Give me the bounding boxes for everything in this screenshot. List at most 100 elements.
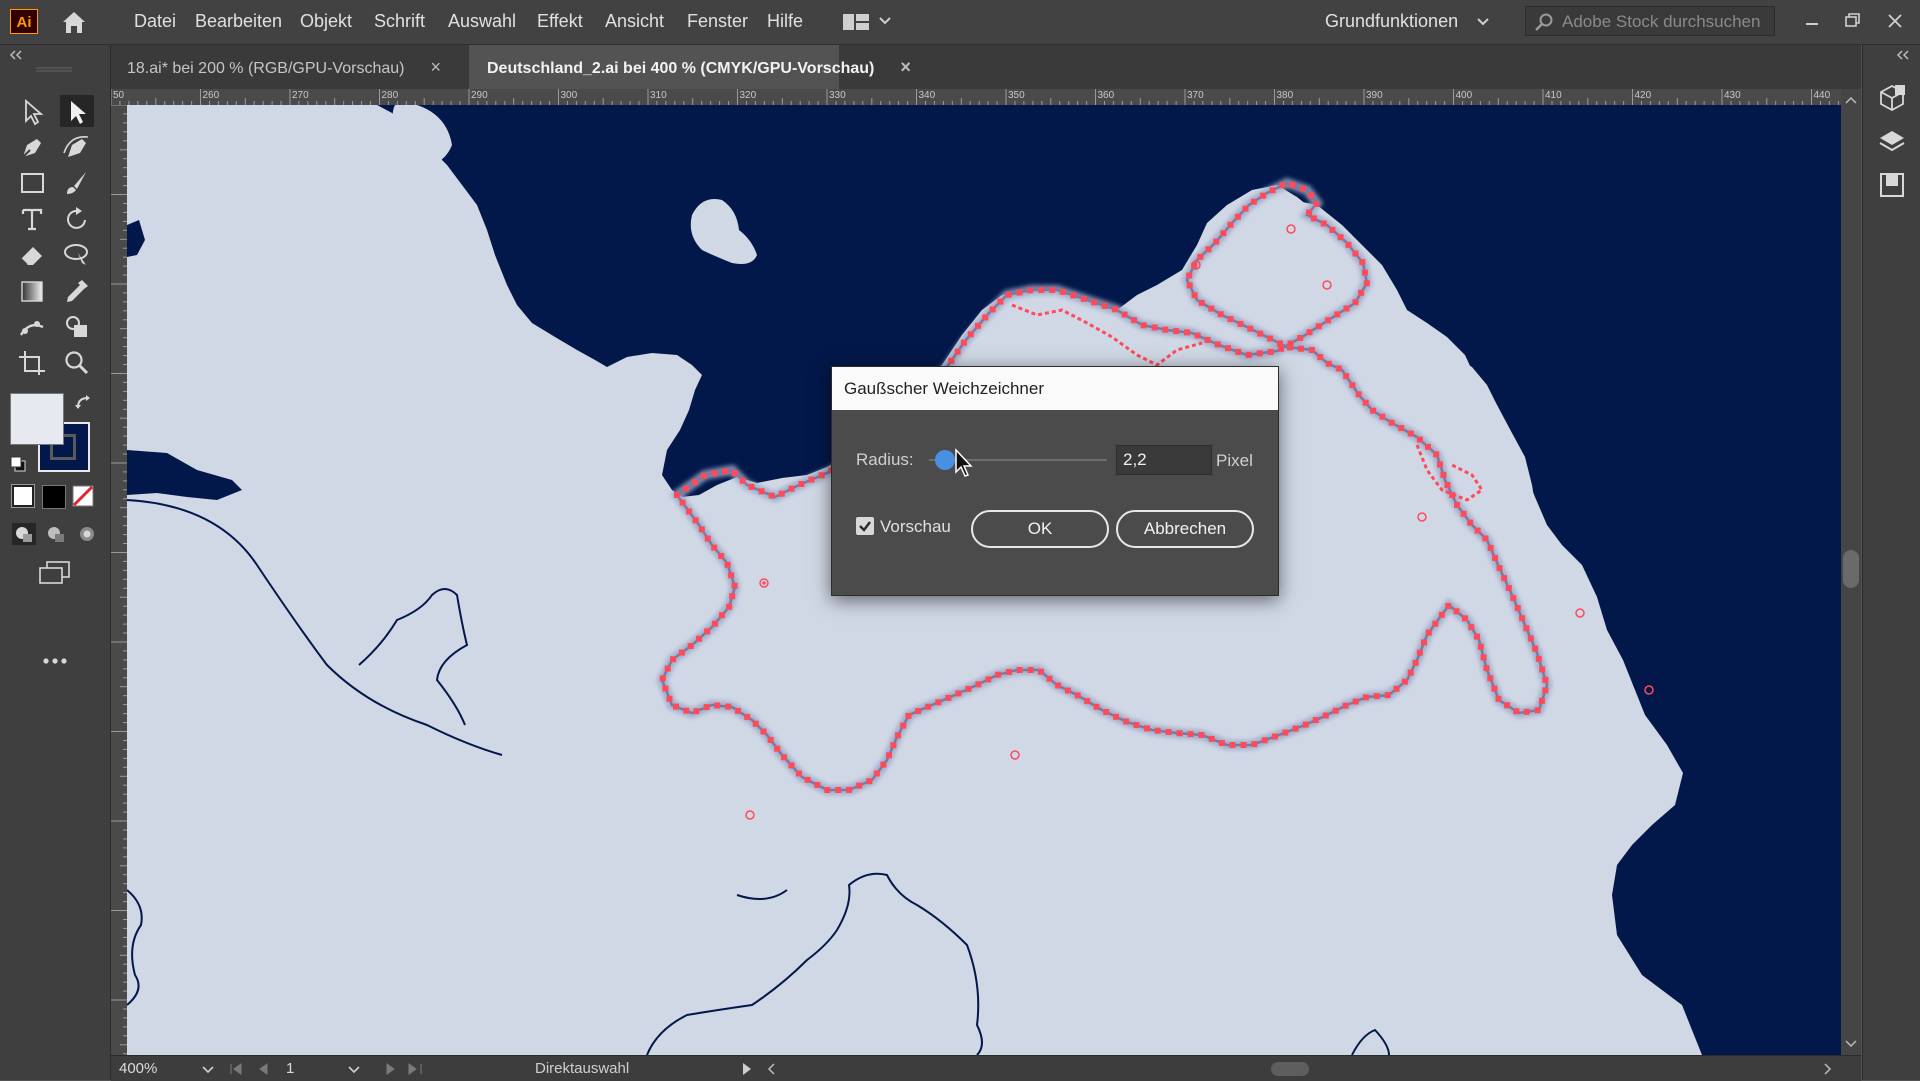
anchor-point[interactable] bbox=[1523, 708, 1530, 715]
anchor-point[interactable] bbox=[1187, 731, 1194, 738]
anchor-point[interactable] bbox=[1468, 624, 1475, 631]
anchor-point[interactable] bbox=[1320, 220, 1327, 227]
default-colors-icon[interactable] bbox=[9, 455, 27, 473]
anchor-point[interactable] bbox=[1352, 698, 1359, 705]
anchor-point[interactable] bbox=[1240, 742, 1247, 748]
anchor-point[interactable] bbox=[905, 712, 912, 719]
anchor-point[interactable] bbox=[1510, 595, 1517, 602]
anchor-point[interactable] bbox=[679, 499, 686, 506]
anchor-point[interactable] bbox=[1144, 725, 1150, 732]
anchor-point[interactable] bbox=[731, 582, 738, 589]
anchor-point[interactable] bbox=[1261, 737, 1268, 744]
anchor-point[interactable] bbox=[1444, 482, 1451, 489]
layers-panel-icon[interactable] bbox=[1877, 127, 1907, 157]
anchor-point[interactable] bbox=[1064, 687, 1071, 694]
anchor-point[interactable] bbox=[1287, 344, 1293, 351]
anchor-point[interactable] bbox=[1337, 234, 1344, 241]
anchor-point[interactable] bbox=[1343, 373, 1350, 380]
anchor-point[interactable] bbox=[1257, 330, 1264, 337]
anchor-point[interactable] bbox=[718, 553, 725, 559]
anchor-point[interactable] bbox=[711, 470, 718, 477]
anchor-point[interactable] bbox=[1388, 419, 1395, 426]
chevron-down-icon[interactable] bbox=[1476, 15, 1490, 29]
anchor-point[interactable] bbox=[1334, 311, 1341, 318]
libraries-panel-icon[interactable] bbox=[1877, 170, 1907, 200]
anchor-point[interactable] bbox=[714, 702, 721, 709]
gradient-mode-swatch[interactable] bbox=[42, 485, 66, 509]
anchor-point[interactable] bbox=[1191, 292, 1198, 299]
anchor-point[interactable] bbox=[725, 703, 732, 710]
anchor-point[interactable] bbox=[1038, 287, 1045, 293]
anchor-point[interactable] bbox=[1495, 695, 1502, 702]
anchor-point[interactable] bbox=[1505, 585, 1512, 591]
preview-checkbox[interactable] bbox=[856, 517, 874, 535]
anchor-point[interactable] bbox=[1131, 317, 1138, 324]
anchor-point[interactable] bbox=[666, 695, 673, 702]
anchor-point[interactable] bbox=[748, 483, 755, 490]
menu-hilfe[interactable]: Hilfe bbox=[767, 11, 803, 32]
anchor-point[interactable] bbox=[739, 477, 746, 484]
anchor-point[interactable] bbox=[1016, 667, 1023, 673]
anchor-point[interactable] bbox=[704, 628, 711, 635]
anchor-point[interactable] bbox=[711, 544, 718, 551]
anchor-point[interactable] bbox=[880, 761, 887, 768]
anchor-point[interactable] bbox=[693, 708, 700, 715]
anchor-point[interactable] bbox=[774, 745, 781, 752]
anchor-point[interactable] bbox=[954, 348, 961, 355]
anchor-point[interactable] bbox=[687, 643, 694, 649]
radius-slider-handle[interactable] bbox=[935, 450, 955, 470]
anchor-point[interactable] bbox=[1352, 250, 1359, 257]
anchor-point[interactable] bbox=[1370, 407, 1377, 414]
anchor-point[interactable] bbox=[1208, 735, 1215, 742]
anchor-point[interactable] bbox=[1297, 335, 1304, 341]
anchor-point[interactable] bbox=[1359, 259, 1366, 266]
anchor-point[interactable] bbox=[700, 472, 707, 479]
anchor-point[interactable] bbox=[1325, 317, 1331, 324]
minimize-icon[interactable] bbox=[1797, 8, 1827, 34]
anchor-point[interactable] bbox=[1027, 287, 1034, 294]
anchor-point[interactable] bbox=[1425, 629, 1432, 636]
menu-fenster[interactable]: Fenster bbox=[687, 11, 748, 32]
anchor-point[interactable] bbox=[1237, 320, 1244, 327]
anchor-point[interactable] bbox=[1438, 611, 1445, 618]
anchor-point[interactable] bbox=[1440, 471, 1447, 478]
anchor-point[interactable] bbox=[886, 752, 892, 759]
anchor-point[interactable] bbox=[1292, 725, 1299, 732]
anchor-point[interactable] bbox=[767, 736, 774, 743]
anchor-point[interactable] bbox=[683, 485, 689, 492]
anchor-point[interactable] bbox=[1227, 221, 1234, 228]
close-icon[interactable] bbox=[1880, 8, 1910, 34]
workspace-switcher[interactable]: Grundfunktionen bbox=[1325, 11, 1458, 32]
anchor-point[interactable] bbox=[1276, 340, 1283, 347]
anchor-point[interactable] bbox=[1016, 289, 1023, 296]
rectangle-tool[interactable] bbox=[15, 167, 49, 199]
anchor-point[interactable] bbox=[1186, 272, 1193, 279]
anchor-point[interactable] bbox=[965, 685, 972, 692]
anchor-point[interactable] bbox=[1251, 741, 1258, 748]
anchor-point[interactable] bbox=[1492, 555, 1498, 561]
anchor-point[interactable] bbox=[1151, 324, 1158, 331]
horizontal-scroll-thumb[interactable] bbox=[1271, 1062, 1309, 1076]
scroll-left-icon[interactable] bbox=[766, 1062, 778, 1076]
pen-tool[interactable] bbox=[15, 131, 49, 163]
anchor-point[interactable] bbox=[1398, 425, 1405, 432]
anchor-point[interactable] bbox=[1535, 655, 1542, 662]
search-input[interactable] bbox=[1560, 10, 1774, 34]
anchor-point[interactable] bbox=[1289, 181, 1296, 188]
anchor-point[interactable] bbox=[895, 732, 901, 739]
anchor-point[interactable] bbox=[691, 479, 698, 486]
play-arrow-icon[interactable] bbox=[741, 1062, 753, 1076]
anchor-point[interactable] bbox=[719, 612, 725, 619]
anchor-point[interactable] bbox=[1513, 708, 1520, 715]
anchor-point[interactable] bbox=[1306, 329, 1313, 336]
anchor-point[interactable] bbox=[856, 782, 863, 789]
anchor-point[interactable] bbox=[1176, 730, 1183, 737]
anchor-point[interactable] bbox=[1133, 722, 1140, 728]
anchor-point[interactable] bbox=[975, 322, 981, 329]
eyedropper-tool[interactable] bbox=[60, 275, 94, 307]
anchor-point[interactable] bbox=[1460, 510, 1467, 517]
anchor-point[interactable] bbox=[670, 656, 677, 663]
anchor-point[interactable] bbox=[975, 681, 982, 688]
anchor-point[interactable] bbox=[1184, 329, 1191, 336]
anchor-point[interactable] bbox=[1523, 625, 1530, 632]
